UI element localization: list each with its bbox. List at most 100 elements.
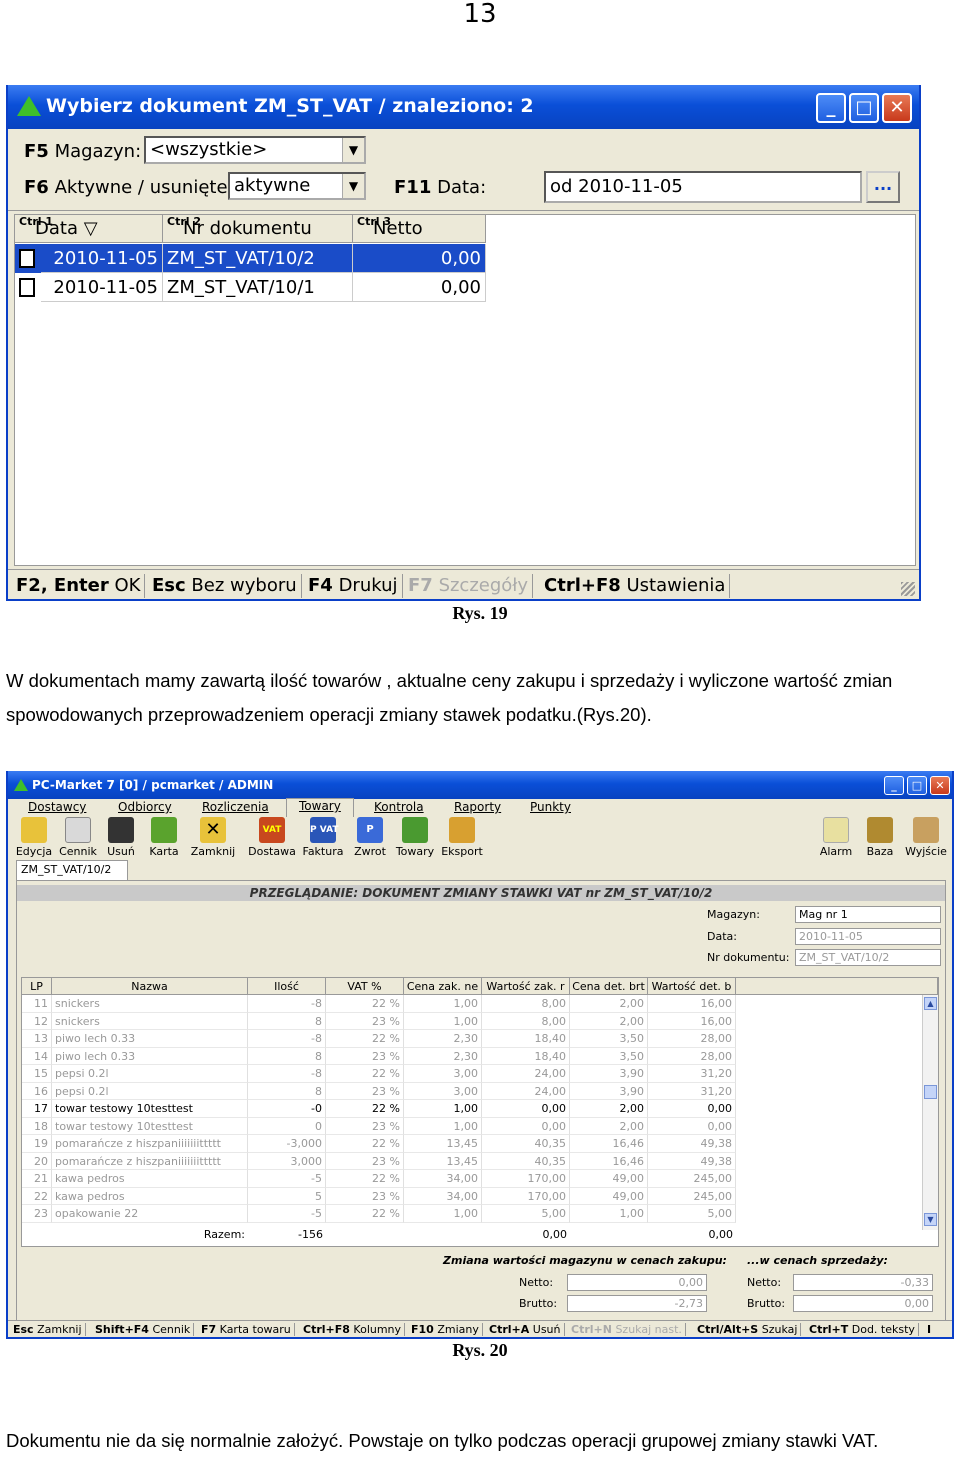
tab-document[interactable]: ZM_ST_VAT/10/2 [16,860,128,880]
chevron-down-icon[interactable]: ▼ [342,138,364,162]
table-row[interactable]: 2010-11-05 ZM_ST_VAT/10/2 0,00 [15,244,486,273]
vertical-scrollbar[interactable]: ▲ ▼ [922,995,938,1230]
scroll-up-icon[interactable]: ▲ [924,997,937,1010]
goods-icon [402,817,428,843]
szukaj-status-button[interactable]: Ctrl/Alt+S Szukaj [694,1323,802,1336]
date-picker-button[interactable]: ... [866,171,900,203]
column-header[interactable]: Nazwa [52,978,248,995]
column-header[interactable]: Wartość det. b [648,978,736,995]
minimize-icon[interactable]: _ [884,776,904,795]
edycja-button[interactable]: Edycja [14,817,54,858]
table-row[interactable]: 14 piwo lech 0.33 8 23 % 2,30 18,40 3,50 28,00 [22,1047,742,1065]
column-header[interactable]: VAT % [326,978,404,995]
zamknij-button[interactable]: ✕ Zamknij [188,817,238,858]
table-cell: 13,45 [404,1135,482,1153]
close-icon[interactable]: ✕ [882,93,912,123]
table-cell: snickers [52,1012,248,1030]
zwrot-button[interactable]: P Zwrot [352,817,388,858]
zamknij-status-button[interactable]: Esc Zamknij [10,1323,86,1336]
table-cell: 1,00 [404,995,482,1013]
data-field[interactable]: 2010-11-05 [795,928,941,945]
table-cell: 1,00 [404,1117,482,1135]
magazyn-select[interactable]: <wszystkie> ▼ [144,136,366,164]
table-row[interactable]: 19 pomarańcze z hiszpaniiiiiiittttt -3,000… [22,1135,742,1153]
column-header[interactable]: Wartość zak. r [482,978,570,995]
alarm-button[interactable]: Alarm [818,817,854,858]
magazyn-field[interactable]: Mag nr 1 [795,906,941,923]
table-cell: kawa pedros [52,1187,248,1205]
karta-towaru-status-button[interactable]: F7 Karta towaru [198,1323,295,1336]
menu-odbiorcy[interactable]: Odbiorcy [118,800,172,814]
table-row[interactable]: 17 towar testowy 10testtest -0 22 % 1,00 0,00… [22,1100,742,1118]
column-header[interactable]: LP [22,978,52,995]
ok-button[interactable]: F2, Enter OK [12,574,146,598]
szukaj-nast-status-button[interactable]: Ctrl+N Szukaj nast. [568,1323,686,1336]
table-cell: 3,90 [570,1082,648,1100]
minimize-icon[interactable]: _ [816,93,846,123]
table-row[interactable]: 16 pepsi 0.2l 8 23 % 3,00 24,00 3,90 31,20 [22,1082,742,1100]
usun-status-button[interactable]: Ctrl+A Usuń [486,1323,565,1336]
table-row[interactable]: 20 pomarańcze z hiszpaniiiiiiittttt 3,000 2… [22,1152,742,1170]
scroll-down-icon[interactable]: ▼ [924,1213,937,1226]
statusbar: F2, Enter OK Esc Bez wyboru F4 Drukuj F7… [8,569,919,599]
zmiany-status-button[interactable]: F10 Zmiany [408,1323,483,1336]
chevron-down-icon[interactable]: ▼ [342,174,364,198]
baza-button[interactable]: Baza [862,817,898,858]
kolumny-status-button[interactable]: Ctrl+F8 Kolumny [300,1323,406,1336]
table-cell: 1,00 [570,1205,648,1223]
table-row[interactable]: 18 towar testowy 10testtest 0 23 % 1,00 0,00 2… [22,1117,742,1135]
table-cell: -5 [248,1170,326,1188]
ustawienia-button[interactable]: Ctrl+F8 Ustawienia [540,574,731,598]
close-icon[interactable]: ✕ [930,776,950,795]
table-row[interactable]: 11 snickers -8 22 % 1,00 8,00 2,00 16,00 [22,995,742,1013]
column-header-netto[interactable]: Ctrl 3 Netto [353,215,486,243]
column-header-nr[interactable]: Ctrl 2 Nr dokumentu [163,215,353,243]
menu-rozliczenia[interactable]: Rozliczenia [202,800,269,814]
menu-punkty[interactable]: Punkty [530,800,571,814]
table-row[interactable]: 23 opakowanie 22 -5 22 % 1,00 5,00 1,00 5,00 [22,1205,742,1223]
menu-dostawcy[interactable]: Dostawcy [28,800,86,814]
scroll-thumb[interactable] [924,1085,937,1099]
maximize-icon[interactable]: □ [907,776,927,795]
menu-raporty[interactable]: Raporty [454,800,501,814]
usun-button[interactable]: Usuń [104,817,138,858]
menu-towary[interactable]: Towary [286,798,354,817]
faktura-button[interactable]: P VAT Faktura [302,817,344,858]
towary-button[interactable]: Towary [394,817,436,858]
data-field[interactable]: od 2010-11-05 [544,171,862,203]
column-header[interactable]: Cena zak. ne [404,978,482,995]
nr-dokumentu-field[interactable]: ZM_ST_VAT/10/2 [795,949,941,966]
table-row[interactable]: 2010-11-05 ZM_ST_VAT/10/1 0,00 [15,273,486,302]
zakup-brutto-field: -2,73 [567,1295,707,1312]
data-label: F11 Data: [394,177,487,198]
wyjscie-button[interactable]: Wyjście [904,817,948,858]
table-row[interactable]: 13 piwo lech 0.33 -8 22 % 2,30 18,40 3,50 28,00 [22,1030,742,1048]
table-cell: pepsi 0.2l [52,1065,248,1083]
table-cell: 18,40 [482,1030,570,1048]
menu-kontrola[interactable]: Kontrola [374,800,424,814]
eksport-button[interactable]: Eksport [440,817,484,858]
table-row[interactable]: 12 snickers 8 23 % 1,00 8,00 2,00 16,00 [22,1012,742,1030]
brutto-label: Brutto: [519,1297,558,1310]
cennik-button[interactable]: Cennik [58,817,98,858]
table-row[interactable]: 15 pepsi 0.2l -8 22 % 3,00 24,00 3,90 31,20 [22,1065,742,1083]
pc-market-window: PC-Market 7 [0] / pcmarket / ADMIN _ □ ✕… [6,771,954,1339]
aktywne-select[interactable]: aktywne ▼ [228,172,366,200]
cennik-status-button[interactable]: Shift+F4 Cennik [92,1323,195,1336]
column-header[interactable]: Ilość [248,978,326,995]
bez-wyboru-button[interactable]: Esc Bez wyboru [148,574,302,598]
dostawa-button[interactable]: VAT Dostawa [246,817,298,858]
more-status-button[interactable]: I [924,1323,934,1336]
table-row[interactable]: 21 kawa pedros -5 22 % 34,00 170,00 49,00 245,0… [22,1170,742,1188]
column-header[interactable]: Cena det. brt [570,978,648,995]
maximize-icon[interactable]: □ [849,93,879,123]
karta-button[interactable]: Karta [146,817,182,858]
drukuj-button[interactable]: F4 Drukuj [304,574,403,598]
dod-teksty-status-button[interactable]: Ctrl+T Dod. teksty [806,1323,919,1336]
column-header-data[interactable]: Ctrl 1 Data ▽ [15,215,163,243]
szczegoly-button[interactable]: F7 Szczegóły [404,574,534,598]
resize-grip-icon[interactable] [901,582,915,596]
table-cell: 3,50 [570,1030,648,1048]
table-row[interactable]: 22 kawa pedros 5 23 % 34,00 170,00 49,00 245,00 [22,1187,742,1205]
table-cell: -3,000 [248,1135,326,1153]
